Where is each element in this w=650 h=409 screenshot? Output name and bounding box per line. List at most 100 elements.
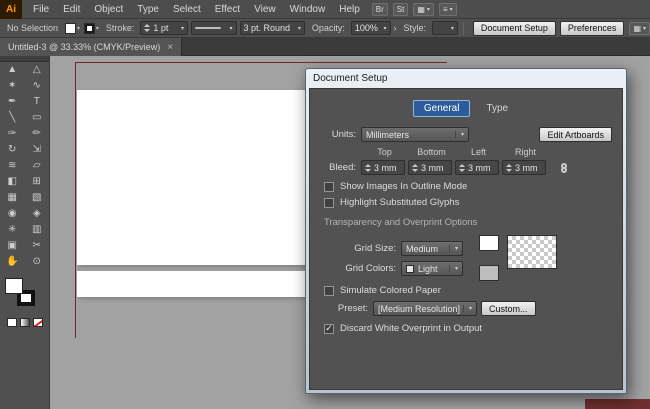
pen-tool[interactable]: ✒ [0,94,25,110]
menu-file[interactable]: File [26,0,56,19]
preset-dropdown[interactable]: [Medium Resolution] ▾ [373,301,477,316]
spinner-arrows-icon[interactable] [144,24,150,32]
checkbox-box[interactable] [324,286,334,296]
bleed-header-bottom: Bottom [408,147,455,157]
menu-edit[interactable]: Edit [56,0,87,19]
chevron-down-icon[interactable]: ▾ [295,25,301,32]
paintbrush-tool[interactable]: ✑ [0,126,25,142]
lasso-tool[interactable]: ∿ [25,78,50,94]
gradient-tool[interactable]: ▧ [25,190,50,206]
style-dropdown[interactable]: ▾ [432,21,458,35]
checkbox-highlight-glyphs[interactable]: Highlight Substituted Glyphs [324,197,459,208]
chevron-down-icon: ▾ [643,25,646,32]
grid-colors-dropdown[interactable]: Light ▾ [401,261,463,276]
tab-type[interactable]: Type [475,100,519,117]
menu-view[interactable]: View [247,0,283,19]
opacity-flyout-icon[interactable]: › [394,23,397,33]
chevron-down-icon[interactable]: ▾ [178,25,184,32]
chevron-down-icon[interactable]: ▾ [77,25,80,32]
spinner-arrows-icon[interactable] [506,164,512,172]
opacity-dropdown[interactable]: 100% ▾ [351,21,391,35]
chevron-down-icon[interactable]: ▾ [381,25,387,32]
bleed-left-field[interactable]: 3 mm [455,160,499,175]
menu-object[interactable]: Object [87,0,130,19]
line-segment-tool[interactable]: ╲ [0,110,25,126]
transparency-grid-preview [507,235,557,269]
document-tab[interactable]: Untitled-3 @ 33.33% (CMYK/Preview) × [0,38,182,56]
edit-artboards-button[interactable]: Edit Artboards [539,127,612,142]
brush-definition-value: 3 pt. Round [244,23,291,33]
shape-builder-tool[interactable]: ◧ [0,174,25,190]
none-button[interactable] [33,318,43,327]
brush-definition-dropdown[interactable]: 3 pt. Round ▾ [240,21,305,35]
stroke-color-swatch[interactable] [84,23,95,34]
type-tool[interactable]: T [25,94,50,110]
preset-value: [Medium Resolution] [378,304,460,314]
pencil-tool[interactable]: ✏ [25,126,50,142]
checkbox-discard-white-overprint[interactable]: ✓ Discard White Overprint in Output [324,323,482,334]
rectangle-tool[interactable]: ▭ [25,110,50,126]
gradient-button[interactable] [20,318,30,327]
menu-help[interactable]: Help [332,0,367,19]
preferences-button[interactable]: Preferences [560,21,625,36]
width-tool[interactable]: ≋ [0,158,25,174]
artboard-tool[interactable]: ▣ [0,238,25,254]
menu-type[interactable]: Type [130,0,166,19]
close-icon[interactable]: × [167,42,173,53]
stroke-weight-field[interactable]: 1 pt ▾ [140,21,188,35]
dialog-title: Document Setup [313,73,388,84]
opacity-value: 100% [355,23,378,33]
stock-button[interactable]: St [393,3,409,16]
chevron-down-icon[interactable]: ▾ [96,25,99,32]
rotate-tool[interactable]: ↻ [0,142,25,158]
tools-panel: ▲ △ ✶ ∿ ✒ T ╲ ▭ ✑ ✏ ↻ ⇲ ≋ ▱ ◧ ⊞ ▦ ▧ ◉ ◈ … [0,56,50,409]
bleed-right-field[interactable]: 3 mm [502,160,546,175]
arrange-documents-button[interactable]: ▦ ▾ [629,22,650,35]
free-transform-tool[interactable]: ▱ [25,158,50,174]
slice-tool[interactable]: ✂ [25,238,50,254]
spinner-arrows-icon[interactable] [412,164,418,172]
grid-size-dropdown[interactable]: Medium ▾ [401,241,463,256]
selection-tool[interactable]: ▲ [0,62,25,78]
checkbox-box-checked[interactable]: ✓ [324,324,334,334]
fill-swatch[interactable] [5,278,23,294]
symbol-sprayer-tool[interactable]: ✳ [0,222,25,238]
checkbox-show-images-outline[interactable]: Show Images In Outline Mode [324,181,467,192]
menu-select[interactable]: Select [166,0,208,19]
width-profile-dropdown[interactable]: ▾ [191,21,237,35]
bleed-top-field[interactable]: 3 mm [361,160,405,175]
units-dropdown[interactable]: Millimeters ▾ [361,127,469,142]
menu-lines-button[interactable]: ≡ ▾ [439,3,457,16]
bleed-bottom-field[interactable]: 3 mm [408,160,452,175]
bleed-header-top: Top [361,147,408,157]
spinner-arrows-icon[interactable] [365,164,371,172]
perspective-grid-tool[interactable]: ⊞ [25,174,50,190]
zoom-tool[interactable]: ⊙ [25,254,50,270]
blend-tool[interactable]: ◈ [25,206,50,222]
menu-effect[interactable]: Effect [208,0,247,19]
menu-window[interactable]: Window [283,0,333,19]
checkbox-box[interactable] [324,182,334,192]
workspace-switcher[interactable]: ▦ ▾ [413,3,434,16]
checkbox-simulate-paper[interactable]: Simulate Colored Paper [324,285,441,296]
chevron-down-icon[interactable]: ▾ [227,25,233,32]
document-setup-button[interactable]: Document Setup [473,21,556,36]
fill-color-swatch[interactable] [65,23,76,34]
link-icon[interactable] [559,163,569,173]
color-button[interactable] [7,318,17,327]
eyedropper-tool[interactable]: ◉ [0,206,25,222]
dialog-title-bar[interactable]: Document Setup [306,69,626,88]
chevron-down-icon[interactable]: ▾ [448,25,454,32]
custom-button[interactable]: Custom... [481,301,536,316]
scale-tool[interactable]: ⇲ [25,142,50,158]
magic-wand-tool[interactable]: ✶ [0,78,25,94]
checkbox-label: Show Images In Outline Mode [340,181,467,192]
hand-tool[interactable]: ✋ [0,254,25,270]
direct-selection-tool[interactable]: △ [25,62,50,78]
tab-general[interactable]: General [413,100,471,117]
column-graph-tool[interactable]: ▥ [25,222,50,238]
checkbox-box[interactable] [324,198,334,208]
bridge-button[interactable]: Br [372,3,388,16]
spinner-arrows-icon[interactable] [459,164,465,172]
mesh-tool[interactable]: ▦ [0,190,25,206]
